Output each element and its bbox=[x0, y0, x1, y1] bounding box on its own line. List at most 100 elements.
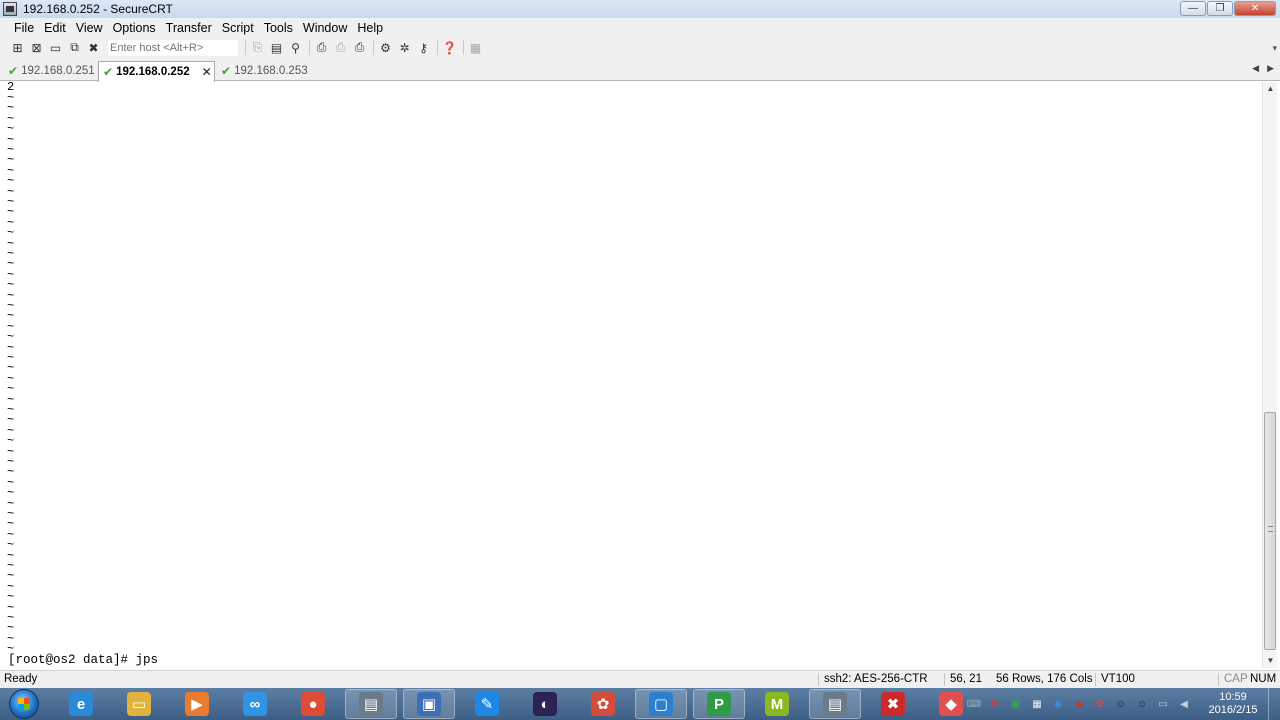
menu-transfer[interactable]: Transfer bbox=[161, 21, 217, 35]
print-icon[interactable]: ⎙ bbox=[313, 40, 330, 56]
baidu-cloud-icon: ∞ bbox=[243, 692, 267, 716]
taskbar-mendeley[interactable]: M bbox=[751, 689, 803, 719]
find-icon[interactable]: ⚲ bbox=[287, 40, 304, 56]
status-ready: Ready bbox=[4, 673, 38, 685]
file-explorer-icon: ▭ bbox=[127, 692, 151, 716]
pdf-reader-icon: ✖ bbox=[881, 692, 905, 716]
tray-network-icon[interactable]: ▭ bbox=[1156, 697, 1170, 711]
taskbar-virtualbox[interactable]: ▢ bbox=[635, 689, 687, 719]
show-desktop-button[interactable] bbox=[1268, 688, 1280, 720]
taskbar-photo-app[interactable]: ✿ bbox=[577, 689, 629, 719]
toolbar-overflow-icon[interactable]: ▾ bbox=[1272, 43, 1277, 54]
connected-check-icon: ✔ bbox=[8, 64, 19, 78]
minimize-button[interactable]: — bbox=[1180, 1, 1206, 16]
menu-window[interactable]: Window bbox=[298, 21, 352, 35]
status-caps-lock: CAP bbox=[1224, 673, 1248, 685]
taskbar-baidu-cloud[interactable]: ∞ bbox=[229, 689, 281, 719]
connect-in-tab-icon[interactable]: ▭ bbox=[47, 40, 64, 56]
tab-scroll-arrows: ◀ ▶ bbox=[1252, 63, 1274, 74]
reconnect-icon[interactable]: ⧉ bbox=[66, 40, 83, 56]
scrollbar-thumb[interactable] bbox=[1264, 412, 1276, 650]
taskbar-securecrt-1[interactable]: ▤ bbox=[345, 689, 397, 719]
tray-qq-icon[interactable]: ☺ bbox=[1114, 697, 1128, 711]
clock[interactable]: 10:59 2016/2/15 bbox=[1198, 691, 1268, 717]
securecrt-1-icon: ▤ bbox=[359, 692, 383, 716]
tab-label: 192.168.0.251 bbox=[21, 65, 95, 77]
tray-green-app-icon[interactable]: ▣ bbox=[1009, 697, 1023, 711]
eclipse-icon: ◐ bbox=[533, 692, 557, 716]
taskbar-remote-desktop[interactable]: ▣ bbox=[403, 689, 455, 719]
scroll-down-icon[interactable]: ▼ bbox=[1263, 654, 1278, 668]
paste-icon[interactable]: ▤ bbox=[268, 40, 285, 56]
securecrt-app-icon[interactable] bbox=[3, 2, 17, 16]
status-divider bbox=[818, 673, 819, 686]
connected-check-icon: ✔ bbox=[221, 64, 232, 78]
window-controls: — ❐ ✕ bbox=[1180, 1, 1276, 16]
print-setup-icon[interactable]: ⎙ bbox=[351, 40, 368, 56]
taskbar-edit-app[interactable]: ✎ bbox=[461, 689, 513, 719]
system-tray: ⌨ ✚ ▣ ▦ ◆ ◆ ✿ ☺ ☺ ▭ ◀ 10:59 2016/2/15 bbox=[967, 688, 1280, 720]
close-tab-icon[interactable]: ✕ bbox=[202, 65, 212, 79]
tab-session-251[interactable]: ✔ 192.168.0.251 bbox=[4, 61, 98, 81]
menu-view[interactable]: View bbox=[71, 21, 108, 35]
shell-prompt: [root@os2 data]# jps bbox=[8, 653, 159, 667]
status-divider bbox=[1218, 673, 1219, 686]
status-cursor-position: 56, 21 bbox=[950, 673, 982, 685]
help-icon[interactable]: ❓ bbox=[441, 40, 458, 56]
tab-scroll-left-icon[interactable]: ◀ bbox=[1252, 63, 1259, 74]
tray-red-cloud-icon[interactable]: ✿ bbox=[1093, 697, 1107, 711]
terminal-scrollbar[interactable]: ▲ ▼ bbox=[1262, 82, 1277, 668]
tab-scroll-right-icon[interactable]: ▶ bbox=[1267, 63, 1274, 74]
pycharm-icon: P bbox=[707, 692, 731, 716]
toolbar-separator bbox=[245, 40, 246, 55]
remote-desktop-icon: ▣ bbox=[417, 692, 441, 716]
disconnect-icon[interactable]: ✖ bbox=[85, 40, 102, 56]
close-button[interactable]: ✕ bbox=[1234, 1, 1276, 16]
connect-icon[interactable]: ⊞ bbox=[9, 40, 26, 56]
tray-qq-2-icon[interactable]: ☺ bbox=[1135, 697, 1149, 711]
print-selection-icon[interactable]: ⎙ bbox=[332, 40, 349, 56]
menu-script[interactable]: Script bbox=[217, 21, 259, 35]
menu-tools[interactable]: Tools bbox=[259, 21, 298, 35]
tray-volume-icon[interactable]: ◀ bbox=[1177, 697, 1191, 711]
taskbar-media-player[interactable]: ▶ bbox=[171, 689, 223, 719]
tab-label: 192.168.0.252 bbox=[116, 66, 190, 78]
chrome-icon: ● bbox=[301, 692, 325, 716]
copy-icon[interactable]: ⎘ bbox=[249, 40, 266, 56]
menu-file[interactable]: File bbox=[9, 21, 39, 35]
enter-host-input[interactable] bbox=[108, 39, 238, 56]
quick-connect-icon[interactable]: ⊠ bbox=[28, 40, 45, 56]
tray-red-app-icon[interactable]: ✚ bbox=[988, 697, 1002, 711]
session-options-icon[interactable]: ⚙ bbox=[377, 40, 394, 56]
tray-red-shield-icon[interactable]: ◆ bbox=[1072, 697, 1086, 711]
status-divider bbox=[1095, 673, 1096, 686]
taskbar-pycharm[interactable]: P bbox=[693, 689, 745, 719]
keymap-icon[interactable]: ⚷ bbox=[415, 40, 432, 56]
scroll-up-icon[interactable]: ▲ bbox=[1263, 82, 1278, 96]
tray-windows-icon[interactable]: ▦ bbox=[1030, 697, 1044, 711]
terminal-screen[interactable]: 2 [root@os2 data]# jps ~ ~ ~ ~ ~ ~ ~ ~ ~ ~ ~ ~ ~ ~ ~ ~ ~… bbox=[4, 82, 1262, 668]
tray-keyboard-icon[interactable]: ⌨ bbox=[967, 697, 981, 711]
eraser-app-icon: ◆ bbox=[939, 692, 963, 716]
photo-app-icon: ✿ bbox=[591, 692, 615, 716]
status-divider bbox=[944, 673, 945, 686]
taskbar-securecrt-2[interactable]: ▤ bbox=[809, 689, 861, 719]
taskbar-file-explorer[interactable]: ▭ bbox=[113, 689, 165, 719]
menu-edit[interactable]: Edit bbox=[39, 21, 71, 35]
toolbar-separator bbox=[463, 40, 464, 55]
taskbar-internet-explorer[interactable]: e bbox=[55, 689, 107, 719]
menu-help[interactable]: Help bbox=[352, 21, 388, 35]
title-bar: 192.168.0.252 - SecureCRT — ❐ ✕ bbox=[0, 0, 1280, 18]
taskbar-eclipse[interactable]: ◐ bbox=[519, 689, 571, 719]
status-num-lock: NUM bbox=[1250, 673, 1277, 685]
script-icon[interactable]: ▦ bbox=[467, 40, 484, 56]
tray-blue-bird-icon[interactable]: ◆ bbox=[1051, 697, 1065, 711]
tab-session-252[interactable]: ✔ 192.168.0.252 ✕ bbox=[98, 61, 215, 82]
tab-session-253[interactable]: ✔ 192.168.0.253 bbox=[217, 61, 311, 81]
restore-button[interactable]: ❐ bbox=[1207, 1, 1233, 16]
start-button[interactable] bbox=[9, 689, 39, 719]
menu-options[interactable]: Options bbox=[108, 21, 161, 35]
taskbar-chrome[interactable]: ● bbox=[287, 689, 339, 719]
taskbar-pdf-reader[interactable]: ✖ bbox=[867, 689, 919, 719]
global-options-icon[interactable]: ✲ bbox=[396, 40, 413, 56]
